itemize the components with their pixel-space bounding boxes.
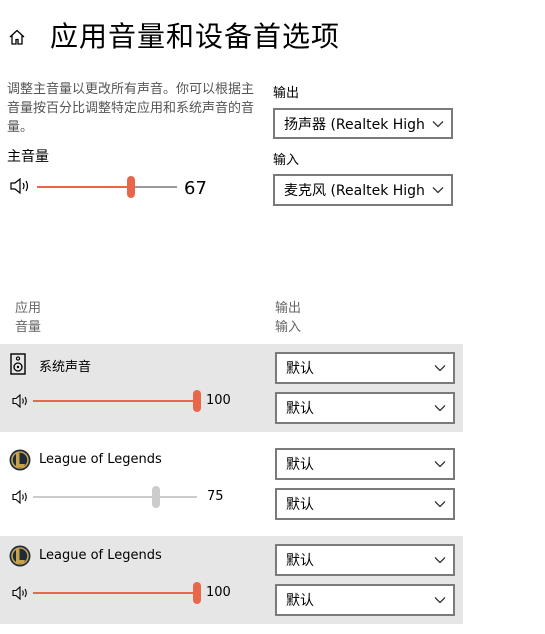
speaker-icon	[12, 585, 30, 601]
league-of-legends-icon	[9, 449, 31, 471]
app-output-value: 默认	[286, 457, 314, 473]
app-output-value: 默认	[286, 553, 314, 569]
master-volume-thumb[interactable]	[126, 176, 135, 198]
app-input-value: 默认	[286, 593, 314, 609]
speaker-icon	[10, 178, 29, 194]
app-output-dropdown[interactable]: 默认	[275, 352, 455, 384]
league-of-legends-icon	[9, 545, 31, 567]
app-name: League of Legends	[39, 548, 162, 563]
app-name: League of Legends	[39, 452, 162, 467]
home-icon[interactable]	[8, 28, 26, 46]
app-column-header: 应用	[15, 301, 42, 316]
chevron-down-icon	[427, 500, 453, 508]
app-input-value: 默认	[286, 497, 314, 513]
app-input-dropdown[interactable]: 默认	[275, 488, 455, 520]
app-volume-slider[interactable]	[33, 496, 197, 498]
app-volume-slider[interactable]	[33, 400, 197, 402]
app-volume-value: 75	[207, 489, 224, 504]
master-volume-value: 67	[184, 178, 207, 199]
app-output-value: 默认	[286, 361, 314, 377]
chevron-down-icon	[425, 186, 451, 194]
output-device-value: 扬声器 (Realtek High Definition Audio)	[284, 116, 425, 133]
chevron-down-icon	[427, 460, 453, 468]
app-volume-fill	[33, 496, 156, 498]
app-input-dropdown[interactable]: 默认	[275, 584, 455, 616]
output-column-header: 输出	[275, 301, 302, 316]
input-column-header: 输入	[275, 320, 302, 335]
app-volume-thumb[interactable]	[193, 390, 201, 412]
system-sounds-icon	[9, 353, 29, 375]
app-volume-thumb[interactable]	[152, 486, 160, 508]
output-device-dropdown[interactable]: 扬声器 (Realtek High Definition Audio)	[273, 108, 453, 139]
app-volume-slider[interactable]	[33, 592, 197, 594]
page-title: 应用音量和设备首选项	[50, 20, 341, 53]
speaker-icon	[12, 393, 30, 409]
app-output-dropdown[interactable]: 默认	[275, 544, 455, 576]
chevron-down-icon	[427, 404, 453, 412]
app-name: 系统声音	[39, 360, 92, 375]
input-device-value: 麦克风 (Realtek High Definition Audio)	[284, 183, 425, 199]
app-input-dropdown[interactable]: 默认	[275, 392, 455, 424]
app-volume-value: 100	[206, 585, 231, 600]
input-device-label: 输入	[273, 153, 300, 168]
page-description: 调整主音量以更改所有声音。你可以根据主音量按百分比调整特定应用和系统声音的音量。	[7, 82, 255, 135]
speaker-icon	[12, 489, 30, 505]
app-input-value: 默认	[286, 401, 314, 417]
chevron-down-icon	[425, 120, 451, 128]
chevron-down-icon	[427, 596, 453, 604]
app-volume-thumb[interactable]	[193, 582, 201, 604]
app-output-dropdown[interactable]: 默认	[275, 448, 455, 480]
chevron-down-icon	[427, 556, 453, 564]
volume-column-header: 音量	[15, 320, 42, 335]
app-volume-value: 100	[206, 393, 231, 408]
chevron-down-icon	[427, 364, 453, 372]
master-volume-label: 主音量	[7, 149, 49, 165]
input-device-dropdown[interactable]: 麦克风 (Realtek High Definition Audio)	[273, 174, 453, 206]
app-volume-fill	[33, 400, 197, 402]
app-volume-fill	[33, 592, 197, 594]
output-device-label: 输出	[273, 86, 300, 101]
